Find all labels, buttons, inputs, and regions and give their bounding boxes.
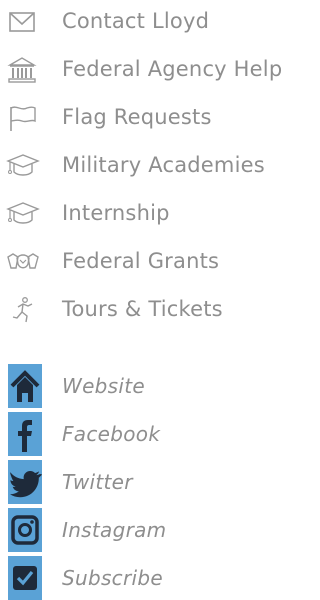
- menu-item-internship[interactable]: Internship: [0, 194, 283, 234]
- handshake-icon: [6, 248, 40, 276]
- social-link-label: Twitter: [62, 470, 133, 494]
- social-link-subscribe[interactable]: Subscribe: [0, 556, 283, 600]
- menu-item-federal-grants[interactable]: Federal Grants: [0, 242, 283, 282]
- facebook-icon: [8, 412, 42, 456]
- social-link-twitter[interactable]: Twitter: [0, 460, 283, 504]
- social-link-instagram[interactable]: Instagram: [0, 508, 283, 552]
- menu-item-label: Tours & Tickets: [62, 297, 223, 321]
- running-figure-icon: [6, 296, 40, 324]
- menu-item-label: Contact Lloyd: [62, 9, 210, 33]
- menu-item-contact-lloyd[interactable]: Contact Lloyd: [0, 2, 283, 42]
- instagram-icon: [8, 508, 42, 552]
- social-link-label: Subscribe: [62, 566, 163, 590]
- government-building-icon: [6, 56, 40, 84]
- menu-item-label: Internship: [62, 201, 170, 225]
- twitter-icon: [8, 460, 42, 504]
- social-link-website[interactable]: Website: [0, 364, 283, 408]
- menu-item-label: Federal Agency Help: [62, 57, 283, 81]
- menu-item-label: Flag Requests: [62, 105, 212, 129]
- menu-item-military-academies[interactable]: Military Academies: [0, 146, 283, 186]
- menu-item-label: Military Academies: [62, 153, 265, 177]
- home-icon: [8, 364, 42, 408]
- graduation-cap-icon: [6, 152, 40, 180]
- social-link-label: Instagram: [62, 518, 167, 542]
- flag-icon: [6, 104, 40, 132]
- social-link-label: Facebook: [62, 422, 161, 446]
- menu-item-tours-tickets[interactable]: Tours & Tickets: [0, 290, 283, 330]
- graduation-cap-icon: [6, 200, 40, 228]
- social-link-facebook[interactable]: Facebook: [0, 412, 283, 456]
- envelope-icon: [6, 8, 40, 36]
- menu-item-flag-requests[interactable]: Flag Requests: [0, 98, 283, 138]
- menu-item-federal-agency-help[interactable]: Federal Agency Help: [0, 50, 283, 90]
- menu-item-label: Federal Grants: [62, 249, 220, 273]
- checkbox-icon: [8, 556, 42, 600]
- social-link-label: Website: [62, 374, 145, 398]
